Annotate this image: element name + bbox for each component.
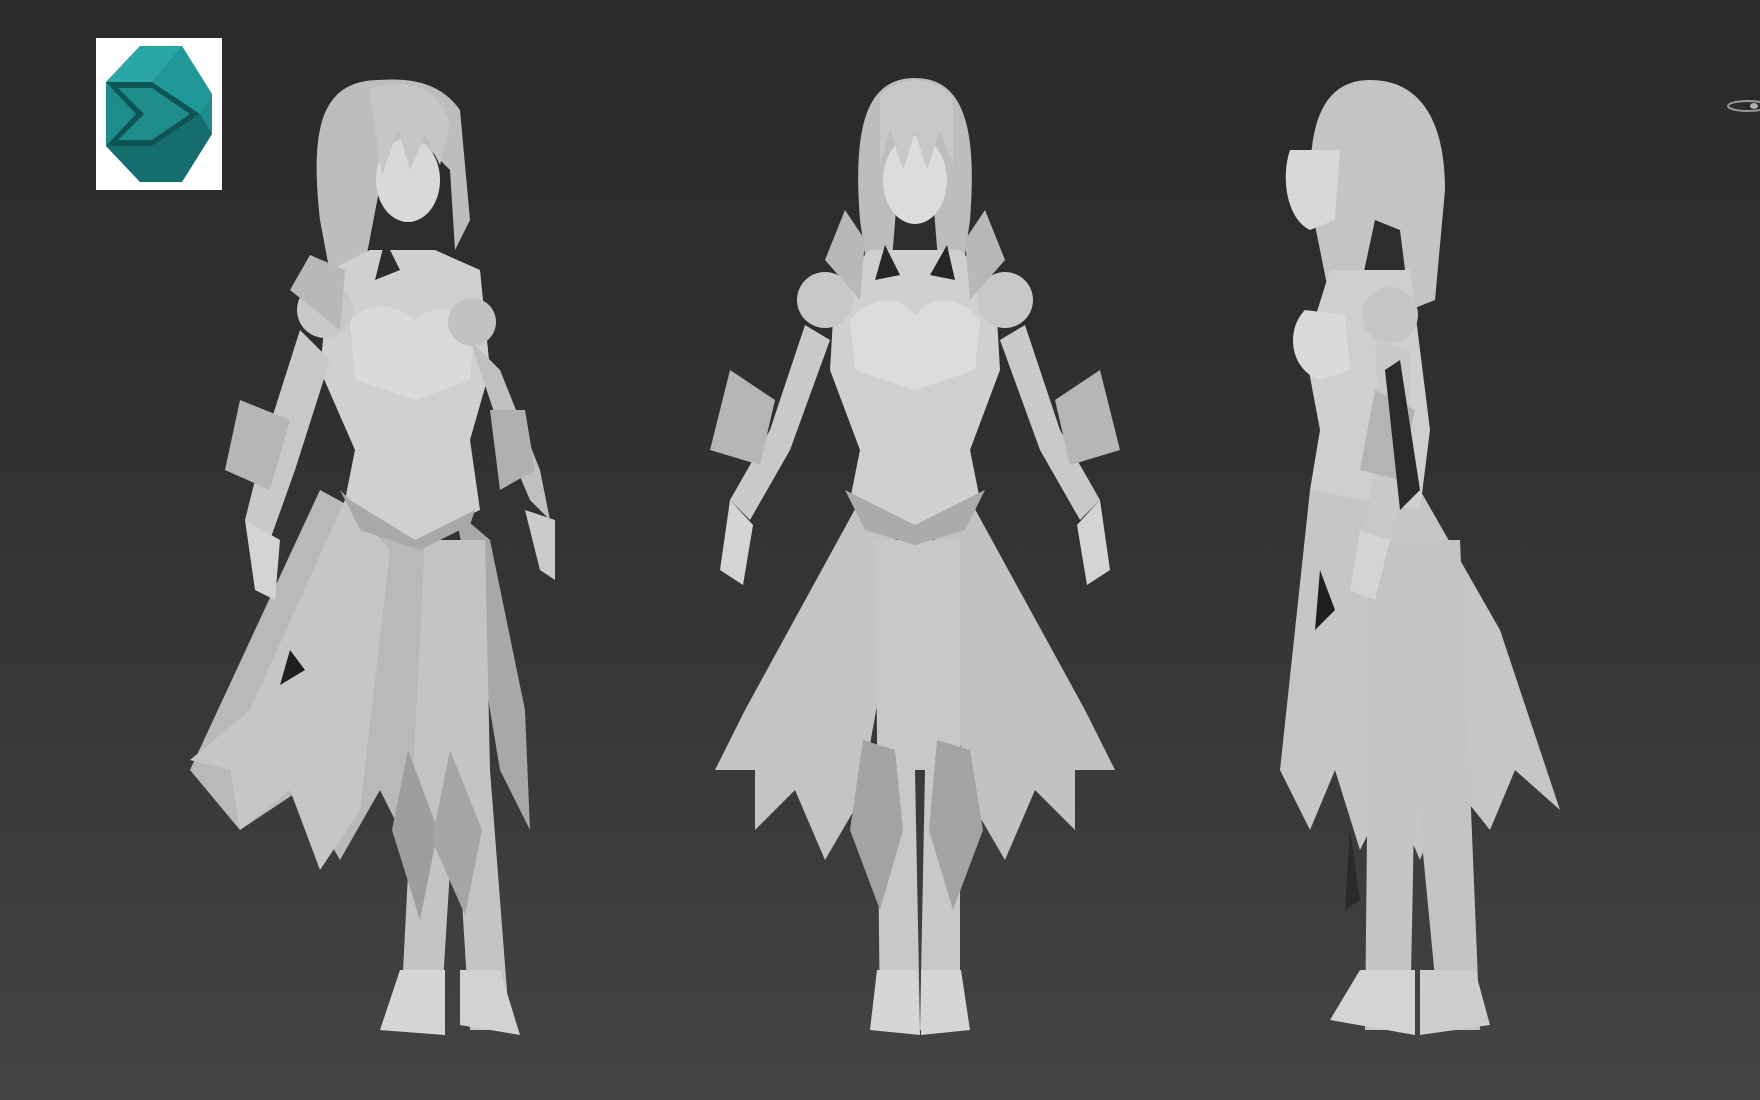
character-model-side-view[interactable] xyxy=(1250,70,1710,1050)
viewcube-gizmo-icon[interactable] xyxy=(1724,96,1760,116)
character-model-three-quarter-view[interactable] xyxy=(170,70,630,1050)
character-model-front-view[interactable] xyxy=(685,70,1145,1050)
3d-viewport[interactable] xyxy=(0,0,1760,1100)
